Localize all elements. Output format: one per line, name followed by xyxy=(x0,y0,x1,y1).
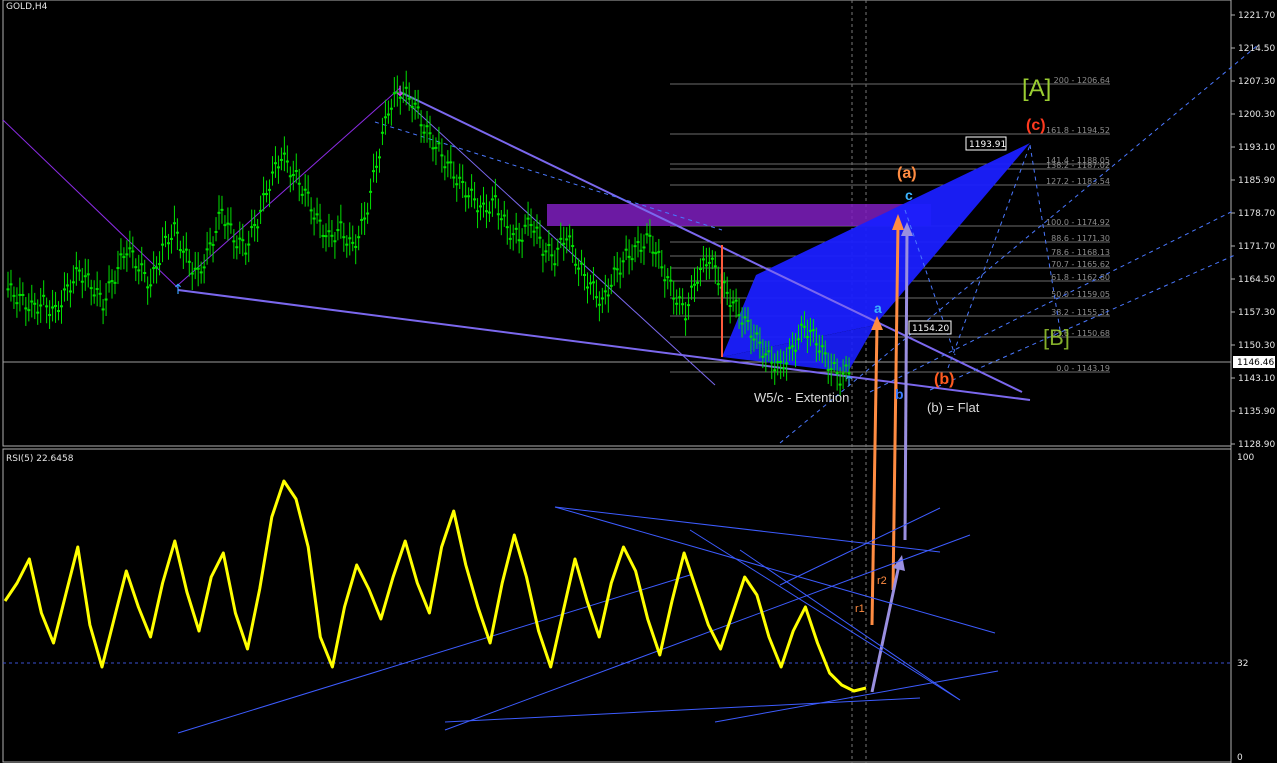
fib-level-label: 38.2 - 1155.31 xyxy=(1051,308,1110,317)
price-tick-label: 1185.90 xyxy=(1238,176,1275,186)
rsi-trend-9 xyxy=(779,507,941,586)
price-tag-1: 1193.91 xyxy=(969,140,1006,150)
rise-channel-line[interactable] xyxy=(177,87,401,286)
price-tick-label: 1143.10 xyxy=(1238,374,1275,384)
rsi-panel-title: RSI(5) 22.6458 xyxy=(6,454,74,464)
price-tick-label: 1214.50 xyxy=(1238,44,1275,54)
fib-level-label: 61.8 - 1162.80 xyxy=(1051,273,1110,282)
window-title: GOLD,H4 xyxy=(6,2,48,12)
price-tag-2: 1154.20 xyxy=(912,324,949,334)
price-axis: 1221.70 1214.50 1207.30 1200.30 1193.10 1185.… xyxy=(1231,11,1275,450)
point-c-label: c xyxy=(905,187,913,203)
fib-level-label: 127.2 - 1183.54 xyxy=(1046,177,1110,186)
up-fractal-icon: ↑ xyxy=(172,282,184,298)
price-tick-label: 1171.70 xyxy=(1238,242,1275,252)
fib-level-label: 200 - 1206.64 xyxy=(1054,76,1110,85)
price-tick-label: 1178.70 xyxy=(1238,209,1275,219)
w5-extention-note: W5/c - Extention xyxy=(754,390,849,405)
b-flat-note: (b) = Flat xyxy=(927,400,980,415)
up-fractal-icon-2: ↑ xyxy=(843,374,855,390)
wave-A-label: [A] xyxy=(1022,75,1051,102)
fib-level-label: 70.7 - 1165.62 xyxy=(1051,260,1110,269)
trading-chart[interactable]: 200 - 1206.64161.8 - 1194.52141.4 - 1188… xyxy=(0,0,1277,763)
rsi-trend-6 xyxy=(739,549,961,701)
price-tick-label: 1193.10 xyxy=(1238,143,1275,153)
r1-label: r1 xyxy=(855,603,865,615)
wave-B-label: [B] xyxy=(1043,325,1070,350)
lower-trend-line[interactable] xyxy=(177,289,1031,401)
point-b-label: b xyxy=(895,386,904,402)
left-channel-line[interactable] xyxy=(2,119,179,289)
price-tick-label: 1207.30 xyxy=(1238,77,1275,87)
rsi-line[interactable] xyxy=(3,479,867,693)
price-tick-label: 1150.30 xyxy=(1238,341,1275,351)
rsi-level-32: 32 xyxy=(1237,659,1248,669)
wave-a-label: (a) xyxy=(897,165,917,182)
price-tick-label: 1164.50 xyxy=(1238,275,1275,285)
fib-level-label: 100.0 - 1174.92 xyxy=(1046,218,1110,227)
rsi-level-100: 100 xyxy=(1237,453,1254,463)
fib-level-label: 78.6 - 1168.13 xyxy=(1051,248,1110,257)
rsi-trend-4 xyxy=(554,506,996,634)
price-tick-label: 1135.90 xyxy=(1238,407,1275,417)
rsi-panel-frame xyxy=(2,448,1232,763)
wave-c-label: (c) xyxy=(1026,117,1046,134)
rsi-level-0: 0 xyxy=(1237,753,1243,763)
price-tick-label: 1128.90 xyxy=(1238,440,1275,450)
price-tick-label: 1200.30 xyxy=(1238,110,1275,120)
current-price-value: 1146.46 xyxy=(1237,358,1274,368)
rsi-trend-lines[interactable] xyxy=(177,506,999,734)
fib-level-label: 161.8 - 1194.52 xyxy=(1046,126,1110,135)
wave-b-label: (b) xyxy=(934,371,954,388)
r2-label: r2 xyxy=(877,575,887,587)
rsi-trend-3 xyxy=(554,506,941,553)
fib-level-label: 0.0 - 1143.19 xyxy=(1056,364,1110,373)
rsi-trend-7 xyxy=(444,697,921,723)
price-tick-label: 1157.30 xyxy=(1238,308,1275,318)
fib-level-label: 138.2 - 1187.02 xyxy=(1046,161,1110,170)
point-a-label: a xyxy=(874,300,882,316)
fib-level-label: 88.6 - 1171.30 xyxy=(1051,234,1110,243)
fib-level-label: 50.0 - 1159.05 xyxy=(1051,290,1110,299)
arrow-purple-upper[interactable] xyxy=(903,231,909,541)
rsi-trend-1 xyxy=(177,574,691,734)
down-fractal-icon: ↓ xyxy=(394,84,406,100)
price-candles[interactable] xyxy=(6,70,851,397)
price-tick-label: 1221.70 xyxy=(1238,11,1275,21)
